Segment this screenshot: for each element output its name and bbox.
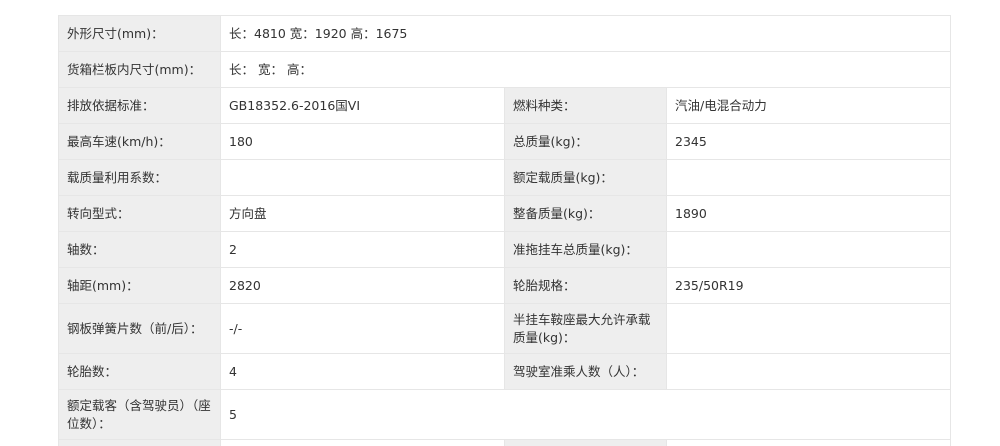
- spec-label: 外形尺寸(mm)：: [58, 15, 221, 52]
- table-row: 轴距(mm)： 2820 轮胎规格： 235/50R19: [58, 267, 952, 304]
- spec-label: 轴数：: [58, 231, 221, 268]
- table-row: 钢板弹簧片数（前/后）： -/- 半挂车鞍座最大允许承载质量(kg)：: [58, 303, 952, 354]
- spec-value: 2820: [220, 267, 505, 304]
- table-row: 货箱栏板内尺寸(mm)： 长： 宽： 高：: [58, 51, 952, 88]
- table-row: 轴数： 2 准拖挂车总质量(kg)：: [58, 231, 952, 268]
- spec-value: [665, 353, 952, 390]
- spec-label: 准拖挂车总质量(kg)：: [504, 231, 667, 268]
- spec-label: 轮胎规格：: [504, 267, 667, 304]
- table-row: 外形尺寸(mm)： 长：4810 宽：1920 高：1675: [58, 15, 952, 52]
- table-row: 轮胎数： 4 驾驶室准乘人数（人）：: [58, 353, 952, 390]
- spec-value: 长：4810 宽：1920 高：1675: [219, 15, 952, 52]
- table-row: 载质量利用系数： 额定载质量(kg)：: [58, 159, 952, 196]
- spec-label: 驾驶室准乘人数（人）：: [504, 353, 667, 390]
- spec-label: 轮胎数：: [58, 353, 221, 390]
- spec-value: [665, 303, 952, 354]
- spec-value: 方向盘: [220, 195, 505, 232]
- spec-value: 2345: [665, 123, 952, 160]
- vehicle-spec-table: 外形尺寸(mm)： 长：4810 宽：1920 高：1675 货箱栏板内尺寸(m…: [58, 15, 952, 446]
- spec-value: [665, 439, 952, 446]
- spec-value: 180: [220, 123, 505, 160]
- spec-value: [665, 231, 952, 268]
- table-row: 转向型式： 方向盘 整备质量(kg)： 1890: [58, 195, 952, 232]
- spec-label: [504, 439, 667, 446]
- spec-label: 排放依据标准：: [58, 87, 221, 124]
- spec-value: 汽油/电混合动力: [665, 87, 952, 124]
- spec-label: 转向型式：: [58, 195, 221, 232]
- spec-label: 燃料种类：: [504, 87, 667, 124]
- spec-value: [665, 159, 952, 196]
- spec-label: 半挂车鞍座最大允许承载质量(kg)：: [504, 303, 667, 354]
- spec-label: [58, 439, 221, 446]
- spec-value: -/-: [220, 303, 505, 354]
- spec-value: [220, 439, 505, 446]
- spec-value: 长： 宽： 高：: [219, 51, 952, 88]
- table-row: 额定载客（含驾驶员）（座位数）： 5: [58, 389, 952, 440]
- spec-label: 额定载质量(kg)：: [504, 159, 667, 196]
- spec-value: 235/50R19: [665, 267, 952, 304]
- spec-label: 整备质量(kg)：: [504, 195, 667, 232]
- spec-value: GB18352.6-2016国VI: [220, 87, 505, 124]
- spec-label: 最高车速(km/h)：: [58, 123, 221, 160]
- spec-label: 载质量利用系数：: [58, 159, 221, 196]
- table-row: 排放依据标准： GB18352.6-2016国VI 燃料种类： 汽油/电混合动力: [58, 87, 952, 124]
- spec-value: 5: [219, 389, 952, 440]
- spec-value: 4: [220, 353, 505, 390]
- spec-value: 2: [220, 231, 505, 268]
- spec-label: 总质量(kg)：: [504, 123, 667, 160]
- spec-label: 钢板弹簧片数（前/后）：: [58, 303, 221, 354]
- table-row: 最高车速(km/h)： 180 总质量(kg)： 2345: [58, 123, 952, 160]
- table-row: [58, 439, 952, 446]
- spec-label: 货箱栏板内尺寸(mm)：: [58, 51, 221, 88]
- spec-label: 轴距(mm)：: [58, 267, 221, 304]
- spec-label: 额定载客（含驾驶员）（座位数）：: [58, 389, 221, 440]
- spec-value: [220, 159, 505, 196]
- spec-value: 1890: [665, 195, 952, 232]
